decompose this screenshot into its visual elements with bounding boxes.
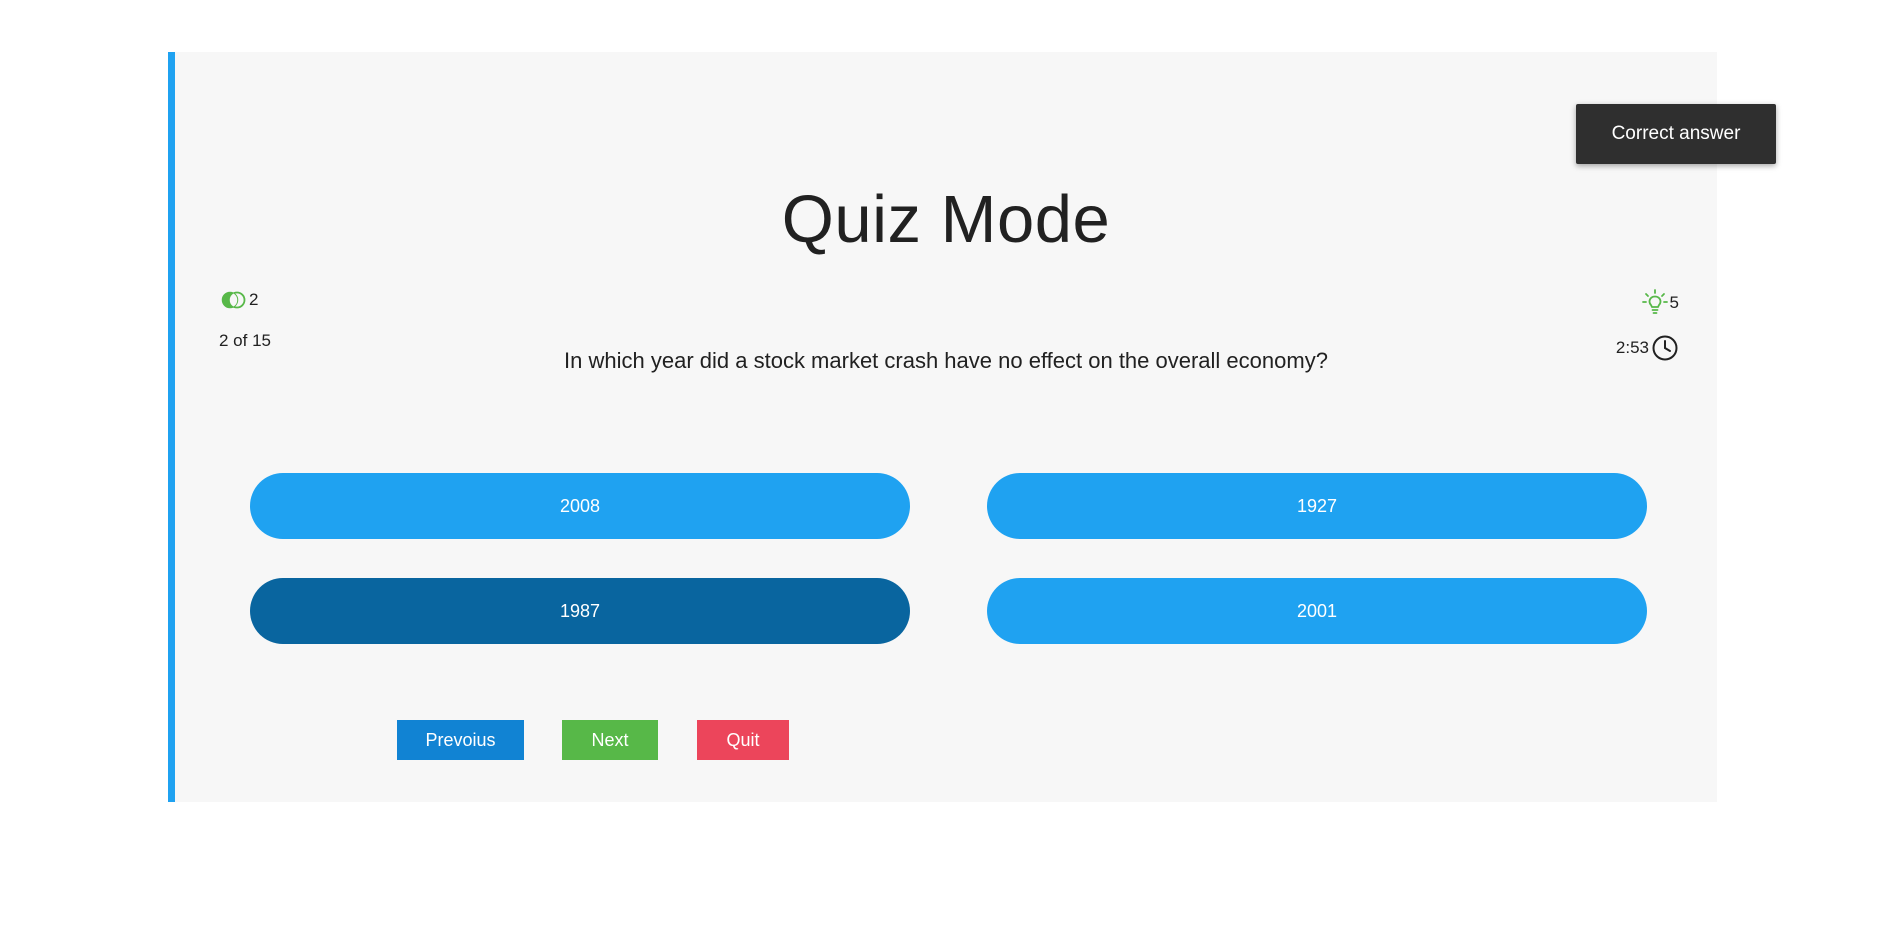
quit-button[interactable]: Quit (697, 720, 789, 760)
score-indicator: 2 (221, 290, 258, 310)
answer-option-1927[interactable]: 1927 (987, 473, 1647, 539)
answer-options: 2008 1927 1987 2001 (250, 473, 1647, 644)
next-button[interactable]: Next (562, 720, 658, 760)
answer-option-1987[interactable]: 1987 (250, 578, 910, 644)
hints-count: 5 (1669, 293, 1679, 312)
quiz-card: Quiz Mode 2 2 of 15 5 2:53 In which year… (168, 52, 1717, 802)
lightbulb-icon (1641, 289, 1668, 314)
answer-option-2008[interactable]: 2008 (250, 473, 910, 539)
previous-button[interactable]: Prevoius (397, 720, 524, 760)
page-title: Quiz Mode (781, 182, 1111, 257)
answer-option-2001[interactable]: 2001 (987, 578, 1647, 644)
page: Quiz Mode 2 2 of 15 5 2:53 In which year… (0, 0, 1896, 938)
hints-indicator[interactable]: 5 (1640, 288, 1679, 318)
correct-answer-toast: Correct answer (1576, 104, 1776, 164)
score-rings-icon (221, 291, 246, 309)
navigation-buttons: Prevoius Next Quit (397, 720, 789, 760)
score-value: 2 (249, 290, 259, 309)
question-text: In which year did a stock market crash h… (564, 348, 1328, 373)
